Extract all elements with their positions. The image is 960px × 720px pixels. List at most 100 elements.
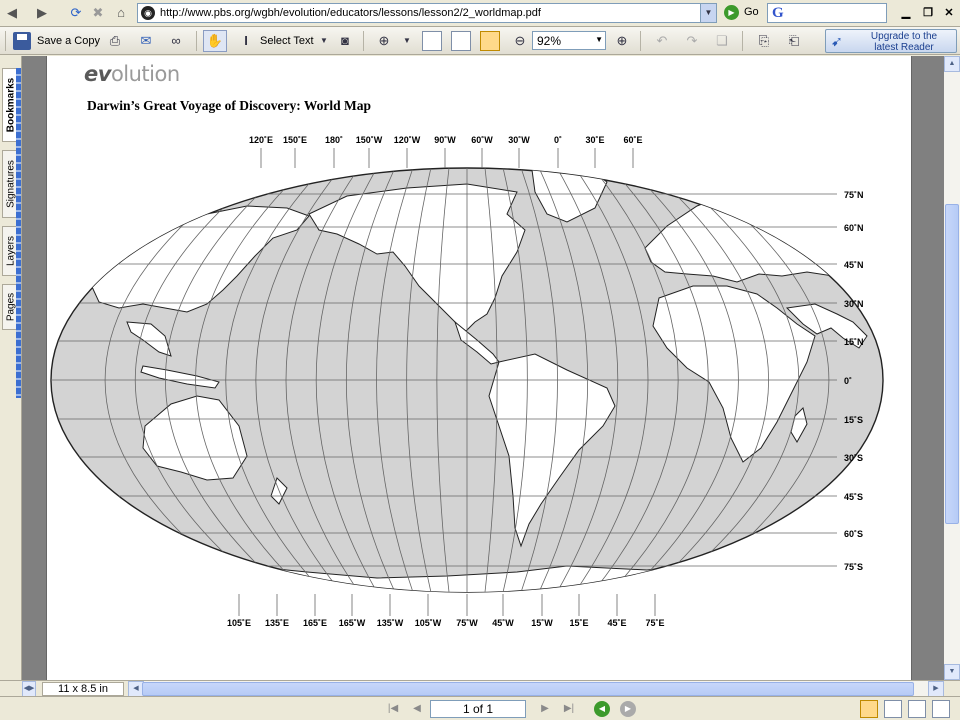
- upgrade-arrow-icon: ➹: [831, 33, 843, 49]
- navigation-panel-tabs: Bookmarks Signatures Layers Pages: [0, 56, 22, 680]
- minimize-icon[interactable]: ▁: [898, 5, 914, 21]
- bottom-longitude-label: 15˚E: [569, 618, 588, 628]
- zoom-in-magnifier-icon[interactable]: ⊕: [374, 31, 394, 51]
- save-copy-button[interactable]: Save a Copy: [37, 30, 100, 52]
- panel-toggle-icon[interactable]: ◀▶: [22, 681, 36, 697]
- actual-size-page-icon[interactable]: [422, 31, 442, 51]
- vertical-scrollbar[interactable]: ▲ ▼: [944, 56, 960, 680]
- world-map: 75˚N 60˚N 45˚N 30˚N 15˚N 0˚ 15˚S 30˚S 45˚S 60˚S 75…: [50, 135, 884, 628]
- stop-icon[interactable]: ✖: [88, 4, 108, 22]
- bottom-longitude-label: 45˚E: [607, 618, 626, 628]
- search-binoculars-icon[interactable]: ∞: [166, 31, 186, 51]
- latitude-label: 30˚S: [844, 453, 863, 463]
- top-longitude-label: 30˚W: [508, 135, 530, 145]
- zoom-tool-dropdown-icon[interactable]: ▼: [397, 31, 417, 51]
- home-icon[interactable]: ⌂: [111, 4, 131, 22]
- bottom-longitude-label: 75˚E: [645, 618, 664, 628]
- continuous-layout-icon[interactable]: [884, 700, 902, 718]
- document-viewport[interactable]: evolution Darwin’s Great Voyage of Disco…: [22, 56, 944, 680]
- top-longitude-label: 180˚: [325, 135, 343, 145]
- scroll-right-icon[interactable]: ▶: [928, 681, 944, 697]
- top-longitude-label: 60˚E: [623, 135, 642, 145]
- toolbar-separator: [742, 31, 743, 51]
- upgrade-reader-button[interactable]: ➹ Upgrade to the latest Reader: [825, 29, 957, 53]
- close-icon[interactable]: ✕: [941, 5, 957, 21]
- page-navigation-bar: |◀ ◀ 1 of 1 ▶ ▶| ◀ ▶: [0, 696, 960, 720]
- pages-export-icon[interactable]: ⎘: [754, 31, 774, 51]
- bottom-longitude-label: 75˚W: [456, 618, 478, 628]
- scroll-up-icon[interactable]: ▲: [944, 56, 960, 72]
- top-longitude-label: 150˚E: [283, 135, 307, 145]
- latitude-label: 75˚N: [844, 190, 864, 200]
- latitude-label: 75˚S: [844, 562, 863, 572]
- page-number-field[interactable]: 1 of 1: [430, 700, 526, 718]
- latitude-label: 45˚S: [844, 492, 863, 502]
- zoom-in-icon[interactable]: ⊕: [612, 31, 632, 51]
- single-page-layout-icon[interactable]: [860, 700, 878, 718]
- toolbar-separator: [363, 31, 364, 51]
- refresh-icon[interactable]: ⟳: [66, 4, 86, 22]
- bottom-longitude-label: 45˚W: [492, 618, 514, 628]
- latitude-label: 0˚: [844, 376, 852, 386]
- top-longitude-label: 150˚W: [356, 135, 383, 145]
- floppy-disk-icon[interactable]: [13, 32, 31, 50]
- address-bar: ◀ ▶ ⟳ ✖ ⌂ ◉ http://www.pbs.org/wgbh/evol…: [0, 0, 960, 27]
- first-page-icon[interactable]: |◀: [384, 701, 402, 717]
- continuous-facing-layout-icon[interactable]: [932, 700, 950, 718]
- vertical-scroll-thumb[interactable]: [945, 204, 959, 524]
- previous-view-icon[interactable]: ◀: [594, 701, 610, 717]
- status-bar: ◀▶ 11 x 8.5 in ◀ ▶: [0, 680, 960, 697]
- next-view-icon[interactable]: ▶: [620, 701, 636, 717]
- zoom-out-icon[interactable]: ⊖: [510, 31, 530, 51]
- hand-tool-button[interactable]: ✋: [203, 30, 227, 52]
- fit-width-icon[interactable]: [480, 31, 500, 51]
- latitude-label: 45˚N: [844, 260, 864, 270]
- zoom-level-select[interactable]: 92% ▼: [532, 31, 606, 50]
- forward-icon[interactable]: ▶: [32, 4, 52, 22]
- hand-icon: ✋: [206, 33, 224, 48]
- go-label: Go: [744, 6, 759, 18]
- latitude-label: 15˚S: [844, 415, 863, 425]
- bottom-longitude-label: 15˚W: [531, 618, 553, 628]
- top-longitude-label: 120˚W: [394, 135, 421, 145]
- document-title: Darwin’s Great Voyage of Discovery: Worl…: [87, 98, 371, 113]
- select-text-dropdown-icon[interactable]: ▼: [314, 31, 334, 51]
- antarctica: [51, 561, 883, 592]
- previous-page-icon[interactable]: ◀: [408, 701, 426, 717]
- rotate-left-icon[interactable]: ↶: [652, 31, 672, 51]
- google-search-box[interactable]: G: [767, 3, 887, 23]
- top-longitude-label: 120˚E: [249, 135, 273, 145]
- top-longitude-label: 60˚W: [471, 135, 493, 145]
- upgrade-label: Upgrade to the latest Reader: [870, 31, 938, 53]
- url-input[interactable]: ◉ http://www.pbs.org/wgbh/evolution/educ…: [137, 3, 717, 23]
- restore-icon[interactable]: ❐: [920, 5, 936, 21]
- snapshot-camera-icon[interactable]: ◙: [335, 31, 355, 51]
- text-cursor-icon[interactable]: I: [236, 31, 256, 51]
- facing-layout-icon[interactable]: [908, 700, 926, 718]
- email-icon[interactable]: ✉: [136, 31, 156, 51]
- zoom-dropdown-icon[interactable]: ▼: [595, 35, 603, 44]
- url-dropdown-icon[interactable]: ▼: [700, 4, 716, 22]
- site-favicon-icon: ◉: [141, 6, 155, 20]
- copy-icon[interactable]: ❏: [712, 31, 732, 51]
- scroll-down-icon[interactable]: ▼: [944, 664, 960, 680]
- print-icon[interactable]: ⎙: [105, 31, 125, 51]
- rotate-right-icon[interactable]: ↷: [682, 31, 702, 51]
- pdf-page: evolution Darwin’s Great Voyage of Disco…: [46, 56, 912, 680]
- bottom-longitude-label: 165˚E: [303, 618, 327, 628]
- pages-import-icon[interactable]: ⎗: [784, 31, 804, 51]
- bottom-longitude-label: 135˚E: [265, 618, 289, 628]
- horizontal-scrollbar[interactable]: ◀ ▶: [128, 681, 944, 697]
- last-page-icon[interactable]: ▶|: [560, 701, 578, 717]
- google-logo: G: [772, 5, 784, 21]
- panel-resize-handle[interactable]: [16, 68, 21, 398]
- next-page-icon[interactable]: ▶: [536, 701, 554, 717]
- fit-page-icon[interactable]: [451, 31, 471, 51]
- evolution-logo: evolution: [84, 62, 180, 86]
- select-text-button[interactable]: Select Text: [260, 30, 314, 52]
- url-text: http://www.pbs.org/wgbh/evolution/educat…: [160, 7, 541, 19]
- back-icon[interactable]: ◀: [2, 4, 22, 22]
- top-longitude-label: 90˚W: [434, 135, 456, 145]
- toolbar-separator: [640, 31, 641, 51]
- horizontal-scroll-thumb[interactable]: [142, 682, 914, 696]
